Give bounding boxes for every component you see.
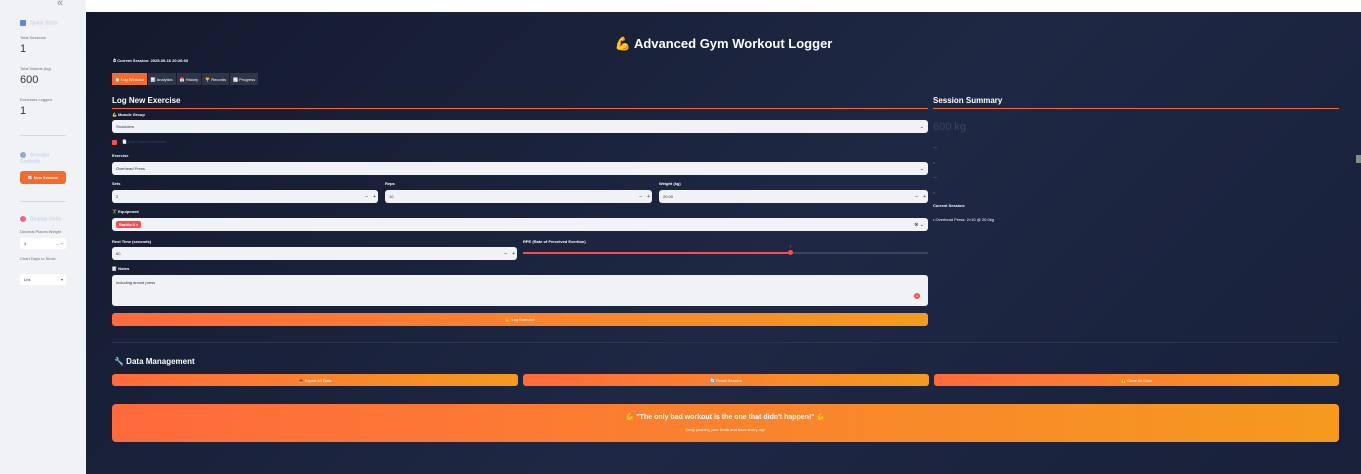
rpe-label: RPE (Rate of Perceived Exertion) bbox=[523, 239, 586, 244]
weight-stepper[interactable]: – + bbox=[915, 190, 926, 203]
stat-value-volume: 600 bbox=[20, 74, 39, 86]
sets-input[interactable]: 2 – + bbox=[112, 190, 378, 203]
sets-label: Sets bbox=[112, 181, 121, 186]
display-input-label: Decimal Places Weight bbox=[20, 229, 62, 234]
sidebar: « Quick Stats Total Sessions 1 Total Vol… bbox=[0, 0, 86, 474]
rpe-slider-thumb[interactable] bbox=[788, 250, 794, 255]
chart-icon bbox=[20, 20, 26, 26]
reps-stepper[interactable]: – + bbox=[639, 190, 650, 203]
exercise-select[interactable]: Overhead Press ⌄ bbox=[112, 162, 928, 175]
reset-session-button[interactable]: 🔄 Reset Session bbox=[523, 374, 929, 386]
summary-placeholder-line bbox=[933, 192, 935, 194]
muscle-group-select[interactable]: Shoulders ⌄ bbox=[112, 120, 928, 133]
stat-value-exercises: 1 bbox=[20, 105, 27, 117]
custom-exercise-label: 📄 Add Custom Exercise bbox=[122, 139, 167, 144]
decimal-places-input[interactable]: 4 – + bbox=[20, 238, 66, 249]
reps-label: Reps bbox=[385, 181, 395, 186]
session-controls-heading: Session Controls bbox=[20, 152, 50, 166]
weight-input[interactable]: 20.00 – + bbox=[659, 190, 928, 203]
summary-placeholder-line bbox=[933, 147, 937, 148]
clear-all-data-button[interactable]: ⚠️ Clear All Data bbox=[934, 374, 1339, 386]
tab-analytics[interactable]: 📊 Analytics bbox=[147, 73, 176, 85]
summary-placeholder-line bbox=[933, 162, 935, 164]
summary-placeholder-line bbox=[933, 177, 937, 178]
display-input-label: Chart Days to Show bbox=[20, 256, 56, 261]
log-exercise-button[interactable]: 💪 Log Exercise bbox=[112, 313, 928, 326]
tab-progress[interactable]: 📈 Progress bbox=[230, 73, 259, 85]
page-title: 💪 Advanced Gym Workout Logger bbox=[614, 36, 833, 51]
chevron-down-icon: ⌄ bbox=[919, 165, 924, 172]
quick-stats-heading: Quick Stats bbox=[20, 20, 58, 26]
target-icon bbox=[20, 216, 26, 222]
current-session: ⏱ Current Session: 2025-09-16 20:26:03 bbox=[113, 58, 189, 63]
motivation-quote: 💪 "The only bad workout is the one that … bbox=[625, 414, 826, 421]
weight-label: Weight (kg) bbox=[659, 181, 681, 186]
stat-label-volume: Total Volume (kg) bbox=[20, 66, 51, 71]
tab-log-workout[interactable]: 📋 Log Workout bbox=[112, 73, 147, 85]
stat-label-exercises: Exercises Logged bbox=[20, 97, 52, 102]
rpe-slider-track[interactable]: 7 bbox=[523, 244, 928, 255]
tab-bar: 📋 Log Workout 📊 Analytics 📅 History 🏆 Re… bbox=[112, 73, 259, 85]
log-new-exercise-heading: Log New Exercise bbox=[112, 96, 181, 105]
new-session-button[interactable]: 🔄 New Session bbox=[20, 171, 66, 184]
heading-rule bbox=[933, 108, 1339, 109]
clear-and-chevron-icon[interactable]: ⊗ ⌄ bbox=[914, 222, 924, 228]
scrollbar-thumb[interactable] bbox=[1356, 155, 1361, 163]
sidebar-divider bbox=[20, 135, 66, 136]
rpe-slider-fill bbox=[523, 252, 791, 254]
display-units-heading: Display Units bbox=[20, 216, 62, 222]
data-management-heading: 🔧 Data Management bbox=[114, 357, 195, 366]
equipment-chip[interactable]: Barbbell × bbox=[116, 221, 142, 228]
collapse-sidebar-button[interactable]: « bbox=[57, 0, 63, 9]
tab-history[interactable]: 📅 History bbox=[176, 73, 202, 85]
rest-time-label: Rest Time (seconds) bbox=[112, 239, 152, 244]
exercise-label: Exercise bbox=[112, 153, 129, 158]
tab-records[interactable]: 🏆 Records bbox=[202, 73, 230, 85]
heading-rule bbox=[112, 108, 928, 109]
summary-current-session-item: • Overhead Press: 2×10 @ 20.0kg bbox=[933, 217, 994, 222]
stat-label-sessions: Total Sessions bbox=[20, 35, 46, 40]
rest-time-input[interactable]: 60 – + bbox=[112, 247, 517, 260]
equipment-multiselect[interactable]: Barbbell × ⊗ ⌄ bbox=[112, 218, 928, 231]
summary-current-session-label: Current Session: bbox=[933, 203, 966, 208]
controls-icon bbox=[20, 152, 26, 158]
custom-exercise-checkbox[interactable] bbox=[112, 140, 117, 145]
muscle-group-label: 💪 Muscle Group bbox=[112, 112, 145, 117]
session-summary-heading: Session Summary bbox=[933, 96, 1003, 105]
chevron-down-icon[interactable]: ▾ bbox=[61, 274, 63, 285]
sets-stepper[interactable]: – + bbox=[365, 190, 376, 203]
chevron-down-icon: ⌄ bbox=[919, 123, 924, 130]
equipment-label: 🏋 Equipment bbox=[112, 209, 139, 214]
stepper-controls[interactable]: – + bbox=[56, 238, 63, 249]
section-divider bbox=[112, 342, 1339, 343]
summary-volume: 600 kg bbox=[933, 121, 967, 133]
motivation-subtext: Keep pushing your limits and track every… bbox=[685, 427, 766, 432]
main-content: 💪 Advanced Gym Workout Logger ⏱ Current … bbox=[86, 12, 1361, 474]
rest-stepper[interactable]: – + bbox=[504, 247, 515, 260]
spellcheck-badge: 1 bbox=[914, 293, 920, 299]
stat-value-sessions: 1 bbox=[20, 43, 27, 55]
reps-input[interactable]: 10 – + bbox=[385, 190, 652, 203]
export-all-data-button[interactable]: 📤 Export All Data bbox=[112, 374, 518, 386]
motivation-banner: 💪 "The only bad workout is the one that … bbox=[112, 404, 1339, 442]
notes-textarea[interactable]: Including arnold press 1 bbox=[112, 275, 928, 306]
sidebar-divider bbox=[20, 201, 66, 202]
rpe-slider-value: 7 bbox=[789, 244, 792, 249]
notes-label: 📝 Notes bbox=[112, 266, 130, 271]
units-select[interactable]: Lbs ▾ bbox=[20, 274, 66, 285]
